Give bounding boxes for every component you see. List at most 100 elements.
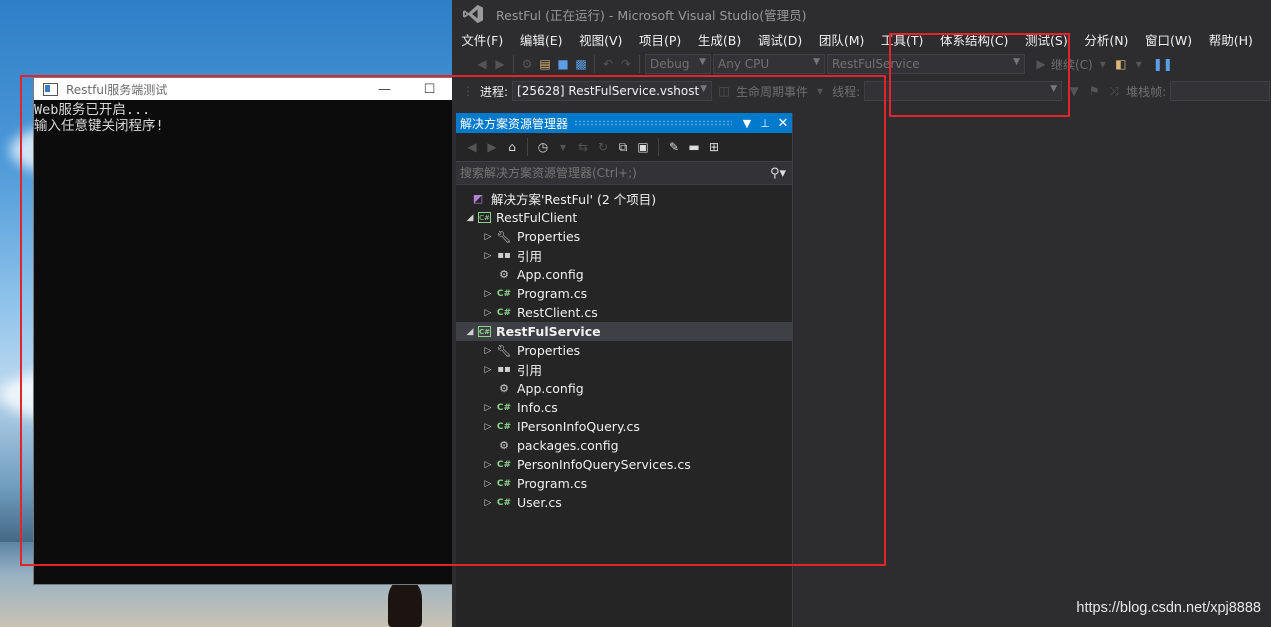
collapsed-triangle-icon[interactable]: ▷	[480, 422, 496, 432]
stack-frame-select[interactable]	[1170, 81, 1271, 101]
chevron-down-icon[interactable]: ▾	[1095, 56, 1111, 72]
show-threads-icon[interactable]: ⤨	[1106, 83, 1122, 99]
menu-project[interactable]: 项目(P)	[631, 30, 690, 49]
open-file-icon[interactable]: ▤	[537, 56, 553, 72]
tree-node[interactable]: ▷ C# Program.cs	[456, 284, 792, 303]
expanded-triangle-icon[interactable]: ◢	[462, 327, 478, 337]
tree-node[interactable]: ▷ 🔧︎ Properties	[456, 341, 792, 360]
collapsed-triangle-icon[interactable]: ▷	[480, 289, 496, 299]
pending-changes-icon[interactable]: ◷	[535, 139, 551, 155]
tree-node[interactable]: ▷ 🔧︎ Properties	[456, 227, 792, 246]
lifecycle-events-button[interactable]: 生命周期事件	[736, 83, 808, 100]
undo-icon[interactable]: ↶	[600, 56, 616, 72]
console-titlebar[interactable]: Restful服务端测试 — ☐	[34, 78, 452, 100]
collapsed-triangle-icon[interactable]: ▷	[480, 498, 496, 508]
collapsed-triangle-icon[interactable]: ▷	[480, 346, 496, 356]
tree-node[interactable]: ▷ C# PersonInfoQueryServices.cs	[456, 455, 792, 474]
collapsed-triangle-icon[interactable]: ▷	[480, 460, 496, 470]
menu-window[interactable]: 窗口(W)	[1137, 30, 1201, 49]
collapse-all-icon[interactable]: ⧉	[615, 139, 631, 155]
tree-node[interactable]: ▷ C# IPersonInfoQuery.cs	[456, 417, 792, 436]
sync-icon[interactable]: ⇆	[575, 139, 591, 155]
solution-explorer-panel[interactable]: 解决方案资源管理器 ▼ ⊥ ✕ ◀ ▶ ⌂ ◷ ▾ ⇆ ↻ ⧉ ▣ ✎ ▬ ⊞ …	[456, 113, 793, 627]
new-project-icon[interactable]: ⚙	[519, 56, 535, 72]
tree-node[interactable]: ▷ C# Program.cs	[456, 474, 792, 493]
menu-tools[interactable]: 工具(T)	[873, 30, 932, 49]
minimize-button[interactable]: —	[362, 78, 407, 100]
tree-node[interactable]: ▷ C# User.cs	[456, 493, 792, 512]
thread-select[interactable]: ▼	[864, 81, 1063, 101]
menu-team[interactable]: 团队(M)	[811, 30, 873, 49]
solution-configuration-select[interactable]: Debug ▼	[645, 54, 711, 74]
collapsed-triangle-icon[interactable]: ▷	[480, 479, 496, 489]
lifecycle-events-icon[interactable]: ◫	[716, 83, 732, 99]
menu-build[interactable]: 生成(B)	[690, 30, 750, 49]
tree-node[interactable]: ⚙ App.config	[456, 265, 792, 284]
solution-search-box[interactable]: ⚲▾	[456, 162, 792, 185]
menu-file[interactable]: 文件(F)	[453, 30, 512, 49]
attach-icon[interactable]: ◧	[1113, 56, 1129, 72]
collapsed-triangle-icon[interactable]: ▷	[480, 308, 496, 318]
console-window[interactable]: Restful服务端测试 — ☐ Web服务已开启... 输入任意键关闭程序!	[34, 78, 452, 584]
vs-titlebar[interactable]: RestFul (正在运行) - Microsoft Visual Studio…	[452, 0, 1271, 28]
startup-project-select[interactable]: RestFulService ▼	[827, 54, 1025, 74]
panel-menu-chevron-icon[interactable]: ▼	[738, 117, 756, 130]
menu-test[interactable]: 测试(S)	[1017, 30, 1076, 49]
solution-platform-select[interactable]: Any CPU ▼	[713, 54, 825, 74]
preview-icon[interactable]: ▬	[686, 139, 702, 155]
menu-edit[interactable]: 编辑(E)	[512, 30, 571, 49]
tree-node[interactable]: ▷ ▪▪ 引用	[456, 360, 792, 379]
back-icon[interactable]: ◀	[464, 139, 480, 155]
show-all-files-icon[interactable]: ▣	[635, 139, 651, 155]
tree-node-project-restfulservice[interactable]: ◢ C# RestFulService	[456, 322, 792, 341]
forward-icon[interactable]: ▶	[484, 139, 500, 155]
process-select[interactable]: [25628] RestFulService.vshost.e ▼	[512, 81, 713, 101]
refresh-icon[interactable]: ↻	[595, 139, 611, 155]
solution-search-input[interactable]	[456, 166, 764, 180]
close-icon[interactable]: ✕	[774, 116, 792, 131]
collapsed-triangle-icon[interactable]: ▷	[480, 232, 496, 242]
chevron-down-icon[interactable]: ▾	[555, 139, 571, 155]
forward-icon[interactable]: ▶	[492, 56, 508, 72]
chevron-down-icon[interactable]: ▾	[812, 83, 828, 99]
continue-play-icon[interactable]: ▶	[1033, 56, 1049, 72]
home-icon[interactable]: ⌂	[504, 139, 520, 155]
tree-node[interactable]: ▷ ▪▪ 引用	[456, 246, 792, 265]
csharp-project-icon: C#	[478, 212, 491, 223]
filter-icon[interactable]: ▼	[1066, 83, 1082, 99]
console-output[interactable]: Web服务已开启... 输入任意键关闭程序!	[34, 100, 452, 134]
tree-node[interactable]: ⚙ App.config	[456, 379, 792, 398]
continue-button[interactable]: 继续(C)	[1051, 56, 1093, 73]
menu-analyze[interactable]: 分析(N)	[1076, 30, 1137, 49]
tree-node[interactable]: ▷ C# Info.cs	[456, 398, 792, 417]
menu-debug[interactable]: 调试(D)	[750, 30, 811, 49]
menu-architecture[interactable]: 体系结构(C)	[932, 30, 1017, 49]
redo-icon[interactable]: ↷	[618, 56, 634, 72]
visual-studio-window[interactable]: RestFul (正在运行) - Microsoft Visual Studio…	[452, 0, 1271, 627]
properties-wrench-icon[interactable]: ✎	[666, 139, 682, 155]
class-view-icon[interactable]: ⊞	[706, 139, 722, 155]
save-icon[interactable]: ■	[555, 56, 571, 72]
menu-view[interactable]: 视图(V)	[571, 30, 631, 49]
save-all-icon[interactable]: ▩	[573, 56, 589, 72]
csharp-file-icon: C#	[496, 288, 512, 299]
collapsed-triangle-icon[interactable]: ▷	[480, 403, 496, 413]
collapsed-triangle-icon[interactable]: ▷	[480, 365, 496, 375]
console-title: Restful服务端测试	[66, 82, 168, 97]
menu-help[interactable]: 帮助(H)	[1200, 30, 1261, 49]
solution-explorer-header[interactable]: 解决方案资源管理器 ▼ ⊥ ✕	[456, 113, 792, 133]
search-icon[interactable]: ⚲▾	[764, 166, 792, 181]
back-icon[interactable]: ◀	[474, 56, 490, 72]
break-all-icon[interactable]: ❚❚	[1153, 56, 1173, 72]
collapsed-triangle-icon[interactable]: ▷	[480, 251, 496, 261]
toolbar-overflow-icon[interactable]: ▾	[1131, 56, 1147, 72]
tree-node-project-restfulclient[interactable]: ◢ C# RestFulClient	[456, 208, 792, 227]
expanded-triangle-icon[interactable]: ◢	[462, 213, 478, 223]
flag-threads-icon[interactable]: ⚑	[1086, 83, 1102, 99]
maximize-button[interactable]: ☐	[407, 78, 452, 100]
pin-icon[interactable]: ⊥	[756, 117, 774, 130]
tree-node-solution[interactable]: ◩ 解决方案'RestFul' (2 个项目)	[456, 189, 792, 208]
tree-node[interactable]: ⚙ packages.config	[456, 436, 792, 455]
tree-node[interactable]: ▷ C# RestClient.cs	[456, 303, 792, 322]
solution-tree[interactable]: ◩ 解决方案'RestFul' (2 个项目) ◢ C# RestFulClie…	[456, 185, 792, 512]
